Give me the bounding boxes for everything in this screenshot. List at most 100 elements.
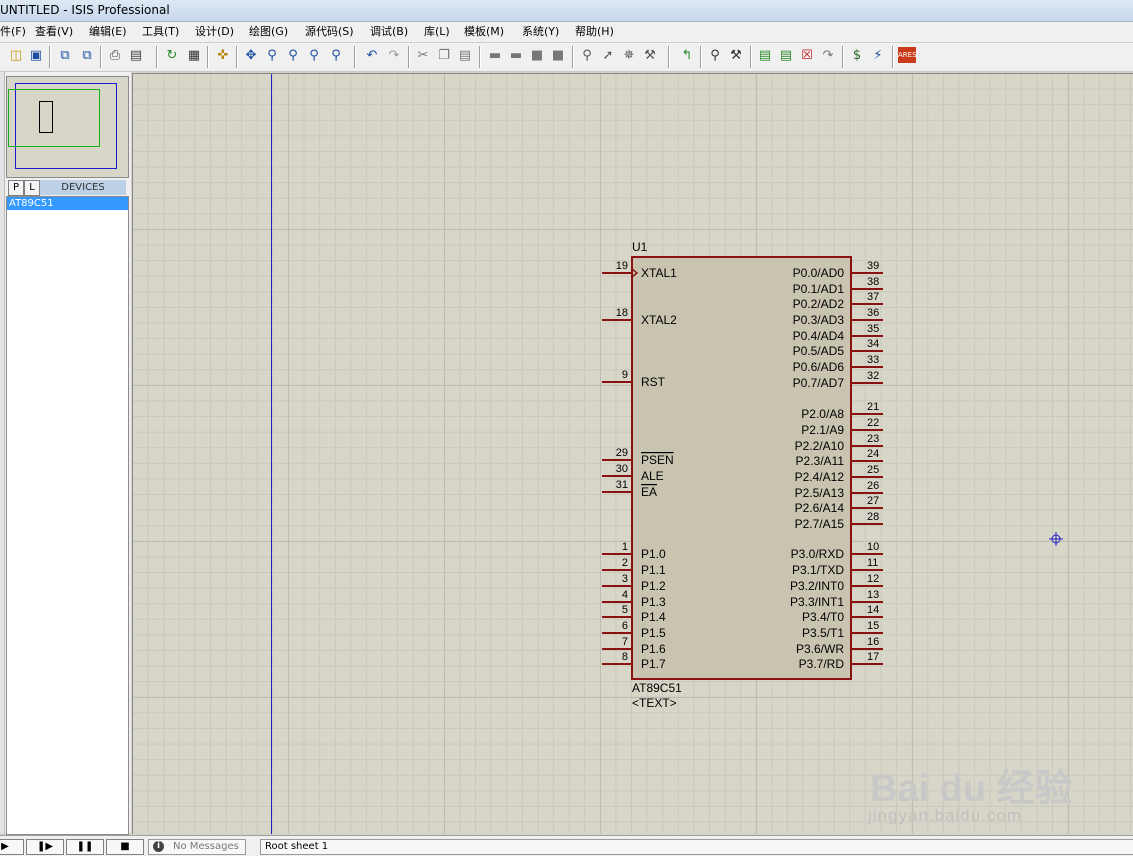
print-area-icon[interactable]: ▤ xyxy=(127,47,145,65)
pin-label: P2.3/A11 xyxy=(796,454,845,468)
pin-label: XTAL1 xyxy=(641,266,677,280)
step-button[interactable]: ❚▶ xyxy=(26,839,64,855)
pin-label: P1.0 xyxy=(641,547,666,561)
menu-help[interactable]: 帮助(H) xyxy=(573,22,616,42)
schematic-canvas[interactable]: U1 AT89C51 <TEXT> 19 XTAL1 18 XTAL2 9 RST 29 PSEN 3… xyxy=(132,73,1133,834)
print-icon[interactable]: ⎙ xyxy=(106,47,124,65)
pin-number: 17 xyxy=(867,651,879,663)
block-move-icon[interactable]: ▬ xyxy=(507,47,525,65)
make-device-icon[interactable]: ➚ xyxy=(599,47,617,65)
zoom-area-icon[interactable]: ⚲ xyxy=(327,47,345,65)
menu-view[interactable]: 查看(V) xyxy=(33,22,75,42)
left-panel: P L DEVICES AT89C51 xyxy=(0,72,131,835)
paste-icon[interactable]: ▤ xyxy=(456,47,474,65)
pin-label: EA xyxy=(641,485,657,499)
device-list[interactable]: AT89C51 xyxy=(6,196,129,835)
pin-label: P1.1 xyxy=(641,563,666,577)
menu-system[interactable]: 系统(Y) xyxy=(520,22,561,42)
add-sheet-icon[interactable]: ▤ xyxy=(777,47,795,65)
pin-label: P0.5/AD5 xyxy=(793,344,845,358)
pin-number: 7 xyxy=(622,636,628,648)
pin-label: P1.3 xyxy=(641,595,666,609)
play-button[interactable]: ▶ xyxy=(0,839,24,855)
block-copy-icon[interactable]: ▬ xyxy=(486,47,504,65)
devices-title: DEVICES xyxy=(40,180,126,195)
redo-icon[interactable]: ↷ xyxy=(385,47,403,65)
zoom-all-icon[interactable]: ⚲ xyxy=(305,47,323,65)
redraw-icon[interactable]: ↻ xyxy=(163,47,181,65)
pin-number: 24 xyxy=(867,448,879,460)
remove-sheet-icon[interactable]: ☒ xyxy=(798,47,816,65)
search-tag-icon[interactable]: ⚲ xyxy=(706,47,724,65)
block-delete-icon[interactable]: ■ xyxy=(549,47,567,65)
stop-button[interactable]: ■ xyxy=(106,839,144,855)
pick-device-icon[interactable]: ⚲ xyxy=(578,47,596,65)
status-bar: ▶ ❚▶ ❚❚ ■ i No Messages Root sheet 1 xyxy=(0,835,1133,856)
pin-label: P2.7/A15 xyxy=(795,517,845,531)
component-part-label: AT89C51 xyxy=(632,681,682,695)
pin-label: P1.2 xyxy=(641,579,666,593)
pin-label: P1.4 xyxy=(641,610,666,624)
pin-number: 26 xyxy=(867,480,879,492)
list-item[interactable]: AT89C51 xyxy=(7,197,128,210)
menu-library[interactable]: 库(L) xyxy=(422,22,452,42)
pin-label: PSEN xyxy=(641,453,674,467)
pin-label: P3.6/WR xyxy=(796,642,844,656)
info-icon: i xyxy=(153,841,164,852)
menu-design[interactable]: 设计(D) xyxy=(193,22,236,42)
import-section-icon[interactable]: ⧉ xyxy=(56,47,74,65)
packaging-tool-icon[interactable]: ✵ xyxy=(620,47,638,65)
schematic-drawing: U1AT89C51<TEXT>19 XTAL118 XTAL29 RST29 PSEN3… xyxy=(602,240,883,710)
undo-icon[interactable]: ↶ xyxy=(363,47,381,65)
menu-edit[interactable]: 编辑(E) xyxy=(87,22,129,42)
pin-number: 8 xyxy=(622,651,628,663)
menu-debug[interactable]: 调试(B) xyxy=(368,22,410,42)
property-assignment-tool-icon[interactable]: ⚒ xyxy=(727,47,745,65)
message-box[interactable]: i No Messages xyxy=(148,839,246,855)
pin-label: P3.1/TXD xyxy=(792,563,844,577)
sheet-name: Root sheet 1 xyxy=(265,841,329,852)
pin-number: 2 xyxy=(622,557,628,569)
pin-number: 9 xyxy=(622,369,628,381)
wire-autorouter-icon[interactable]: ↰ xyxy=(678,47,696,65)
grid-toggle-icon[interactable]: ▦ xyxy=(185,47,203,65)
library-manager-button[interactable]: L xyxy=(24,180,40,196)
menu-graph[interactable]: 绘图(G) xyxy=(247,22,290,42)
pin-label: ALE xyxy=(641,469,664,483)
pin-number: 25 xyxy=(867,464,879,476)
pin-number: 38 xyxy=(867,276,879,288)
pick-devices-button[interactable]: P xyxy=(8,180,24,196)
decompose-icon[interactable]: ⚒ xyxy=(641,47,659,65)
block-rotate-icon[interactable]: ■ xyxy=(528,47,546,65)
cut-icon[interactable]: ✂ xyxy=(414,47,432,65)
new-sheet-icon[interactable]: ▤ xyxy=(756,47,774,65)
overview-window[interactable] xyxy=(6,76,129,178)
menu-file[interactable]: 件(F) xyxy=(0,22,28,42)
overview-view-box[interactable] xyxy=(8,89,100,147)
menu-source[interactable]: 源代码(S) xyxy=(303,22,356,42)
netlist-to-ares-icon[interactable]: ARES xyxy=(898,47,917,63)
pin-number: 15 xyxy=(867,620,879,632)
pin-label: P2.6/A14 xyxy=(795,501,845,515)
pin-label: XTAL2 xyxy=(641,313,677,327)
menu-template[interactable]: 模板(M) xyxy=(462,22,506,42)
pin-number: 36 xyxy=(867,307,879,319)
pin-number: 16 xyxy=(867,636,879,648)
open-folder-icon[interactable]: ◫ xyxy=(7,47,25,65)
pin-label: P0.0/AD0 xyxy=(793,266,845,280)
zoom-out-icon[interactable]: ⚲ xyxy=(284,47,302,65)
bill-of-materials-icon[interactable]: $ xyxy=(848,47,866,65)
export-section-icon[interactable]: ⧉ xyxy=(78,47,96,65)
pause-button[interactable]: ❚❚ xyxy=(66,839,104,855)
save-icon[interactable]: ▣ xyxy=(27,47,45,65)
electrical-rules-check-icon[interactable]: ⚡ xyxy=(869,47,887,65)
origin-icon[interactable]: ✜ xyxy=(214,47,232,65)
pan-icon[interactable]: ✥ xyxy=(242,47,260,65)
goto-sheet-icon[interactable]: ↷ xyxy=(819,47,837,65)
pin-label: P0.3/AD3 xyxy=(793,313,845,327)
pin-label: P0.4/AD4 xyxy=(793,329,845,343)
zoom-in-icon[interactable]: ⚲ xyxy=(263,47,281,65)
pin-number: 12 xyxy=(867,573,879,585)
menu-tools[interactable]: 工具(T) xyxy=(140,22,181,42)
copy-icon[interactable]: ❐ xyxy=(435,47,453,65)
